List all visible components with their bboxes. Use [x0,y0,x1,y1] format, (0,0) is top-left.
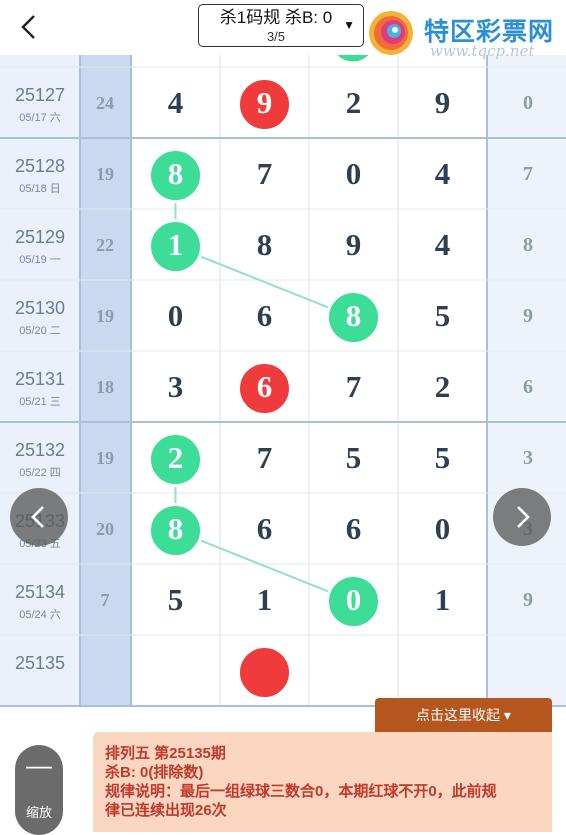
issue-number: 25129 [14,227,66,247]
issue-date: 05/21 三 [19,396,61,408]
issue-number: 25128 [14,156,66,176]
collapse-panel-button[interactable]: 点击这里收起 ▾ [375,698,552,732]
chevron-left-icon [31,506,44,528]
digit-cell: 2 [345,85,362,120]
digit-cell: 1 [434,582,451,617]
prev-page-button[interactable] [10,488,68,546]
digit-cell: 7 [256,440,273,475]
selector-title: 杀1码规 杀B: 0 [219,8,333,27]
sum-value: 22 [96,235,114,255]
top-bar: 杀1码规 杀B: 0 3/5 ▼ 特区彩票网 www.tqcp.net [0,0,566,60]
logo-url: www.tqcp.net [430,42,535,60]
extra-value: 9 [523,305,533,327]
info-desc-1: 规律说明：最后一组绿球三数合0，本期红球不开0，此前规 [105,783,497,800]
digit-cell: 6 [256,298,273,333]
sum-value: 19 [96,306,114,326]
issue-number: 25134 [14,582,66,602]
issue-number: 25131 [14,369,66,389]
digit-cell: 4 [167,85,184,120]
digit-cell: 8 [345,298,362,333]
sum-value: 18 [96,377,114,397]
digit-cell: 8 [256,227,273,262]
issue-date: 05/18 日 [19,183,61,195]
zoom-button[interactable]: — 缩放 [15,745,63,835]
digit-cell: 5 [345,440,362,475]
digit-cell: 9 [256,85,273,120]
digit-cell: 7 [345,369,362,404]
digit-cell: 5 [434,440,451,475]
digit-cell: 0 [345,582,362,617]
issue-number: 25127 [14,85,66,105]
digit-cell: 3 [167,369,184,404]
digit-cell: 1 [256,582,273,617]
digit-cell: 1 [167,227,184,262]
digit-cell: 0 [167,298,184,333]
issue-date: 05/20 二 [19,325,61,337]
info-issue: 排列五 第25135期 [105,745,226,762]
digit-cell: 6 [345,511,362,546]
digit-cell: 0 [434,511,451,546]
site-logo: 特区彩票网 www.tqcp.net [366,8,561,60]
digit-cell: 0 [345,156,362,191]
digit-cell: 6 [256,369,273,404]
sum-value: 20 [96,519,114,539]
extra-value: 6 [523,376,533,398]
info-desc-2: 律已连续出现26次 [105,802,227,819]
issue-date: 05/24 六 [19,609,61,621]
extra-value: 8 [523,234,533,256]
digit-cell: 4 [434,227,451,262]
issue-number: 25130 [14,298,66,318]
zoom-label: 缩放 [25,805,52,820]
sum-value: 24 [96,93,114,113]
swirl-logo-icon [369,11,413,55]
caret-down-icon: ▼ [343,18,355,32]
digit-cell: 2 [167,440,184,475]
extra-value: 0 [523,92,533,114]
selector-page: 3/5 [266,29,286,44]
extra-value: 7 [523,163,533,185]
issue-date: 05/22 四 [19,467,61,479]
issue-number: 25132 [14,440,66,460]
digit-cell: 8 [167,511,184,546]
info-kill: 杀B: 0(排除数) [105,764,204,781]
extra-value: 3 [523,447,533,469]
next-page-button[interactable] [493,488,551,546]
digit-cell: 7 [256,156,273,191]
digit-cell: 5 [434,298,451,333]
issue-date: 05/17 六 [19,112,61,124]
red-ball [237,645,292,700]
extra-value: 9 [523,589,533,611]
digit-cell: 4 [434,156,451,191]
digit-cell: 9 [345,227,362,262]
digit-cell: 5 [167,582,184,617]
sum-value: 7 [100,590,110,610]
sum-value: 19 [96,164,114,184]
rule-selector-dropdown[interactable]: 杀1码规 杀B: 0 3/5 ▼ [198,4,364,47]
digit-cell: 8 [167,156,184,191]
sum-value: 19 [96,448,114,468]
digit-cell: 2 [434,369,451,404]
digit-cell: 9 [434,85,451,120]
rule-info-panel: 排列五 第25135期 杀B: 0(排除数) 规律说明：最后一组绿球三数合0，本… [93,732,552,832]
chevron-left-icon[interactable] [14,12,44,42]
digit-cell: 6 [256,511,273,546]
issue-number: 25135 [14,653,66,673]
minus-icon: — [26,750,52,780]
chevron-right-icon [517,506,530,528]
issue-date: 05/19 一 [19,254,61,266]
